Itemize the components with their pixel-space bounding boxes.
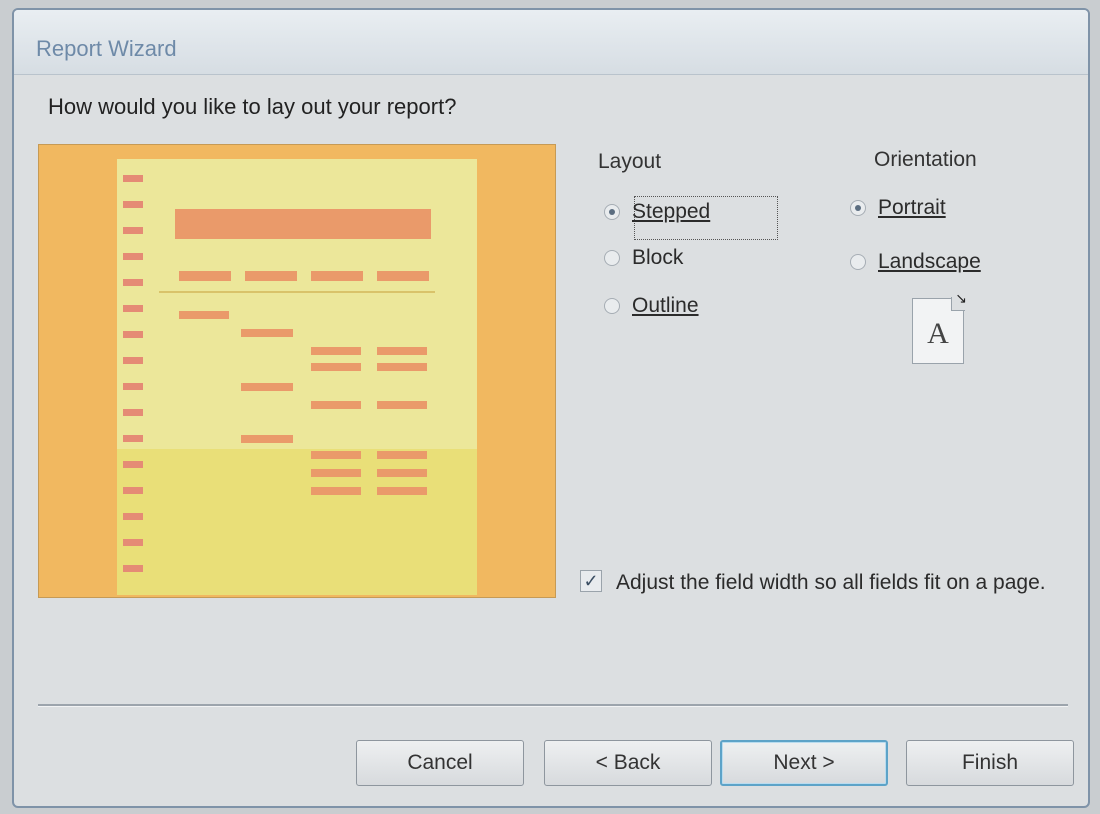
orientation-portrait-option[interactable]: Portrait: [850, 196, 946, 220]
report-wizard-window: Report Wizard How would you like to lay …: [12, 8, 1090, 808]
layout-question: How would you like to lay out your repor…: [48, 94, 457, 119]
orientation-group-label: Orientation: [874, 148, 977, 171]
layout-group-label: Layout: [598, 150, 662, 173]
portrait-page-icon: ↘ A: [912, 293, 967, 364]
layout-block-option[interactable]: Block: [604, 246, 683, 270]
page-letter: A: [927, 317, 949, 350]
portrait-label: Portrait: [878, 196, 946, 219]
next-button[interactable]: Next >: [720, 740, 888, 786]
footer-separator: [38, 704, 1068, 707]
back-button[interactable]: < Back: [544, 740, 712, 786]
outline-radio[interactable]: [604, 298, 620, 314]
landscape-label: Landscape: [878, 250, 981, 273]
window-title: Report Wizard: [36, 36, 177, 61]
adjust-width-label[interactable]: Adjust the field width so all fields fit…: [616, 568, 1046, 598]
block-radio[interactable]: [604, 250, 620, 266]
outline-label: Outline: [632, 294, 699, 317]
stepped-radio[interactable]: [604, 204, 620, 220]
adjust-width-checkbox[interactable]: ✓: [580, 570, 602, 592]
layout-stepped-option[interactable]: Stepped: [604, 200, 710, 224]
finish-button[interactable]: Finish: [906, 740, 1074, 786]
rotate-arrow-icon: ↘: [955, 292, 967, 307]
block-label: Block: [632, 246, 684, 269]
layout-preview-image: [38, 144, 556, 598]
portrait-radio[interactable]: [850, 200, 866, 216]
layout-outline-option[interactable]: Outline: [604, 294, 699, 318]
title-bar: Report Wizard: [14, 10, 1088, 75]
stepped-label: Stepped: [632, 200, 711, 223]
landscape-radio[interactable]: [850, 254, 866, 270]
cancel-button[interactable]: Cancel: [356, 740, 524, 786]
orientation-landscape-option[interactable]: Landscape: [850, 250, 981, 274]
